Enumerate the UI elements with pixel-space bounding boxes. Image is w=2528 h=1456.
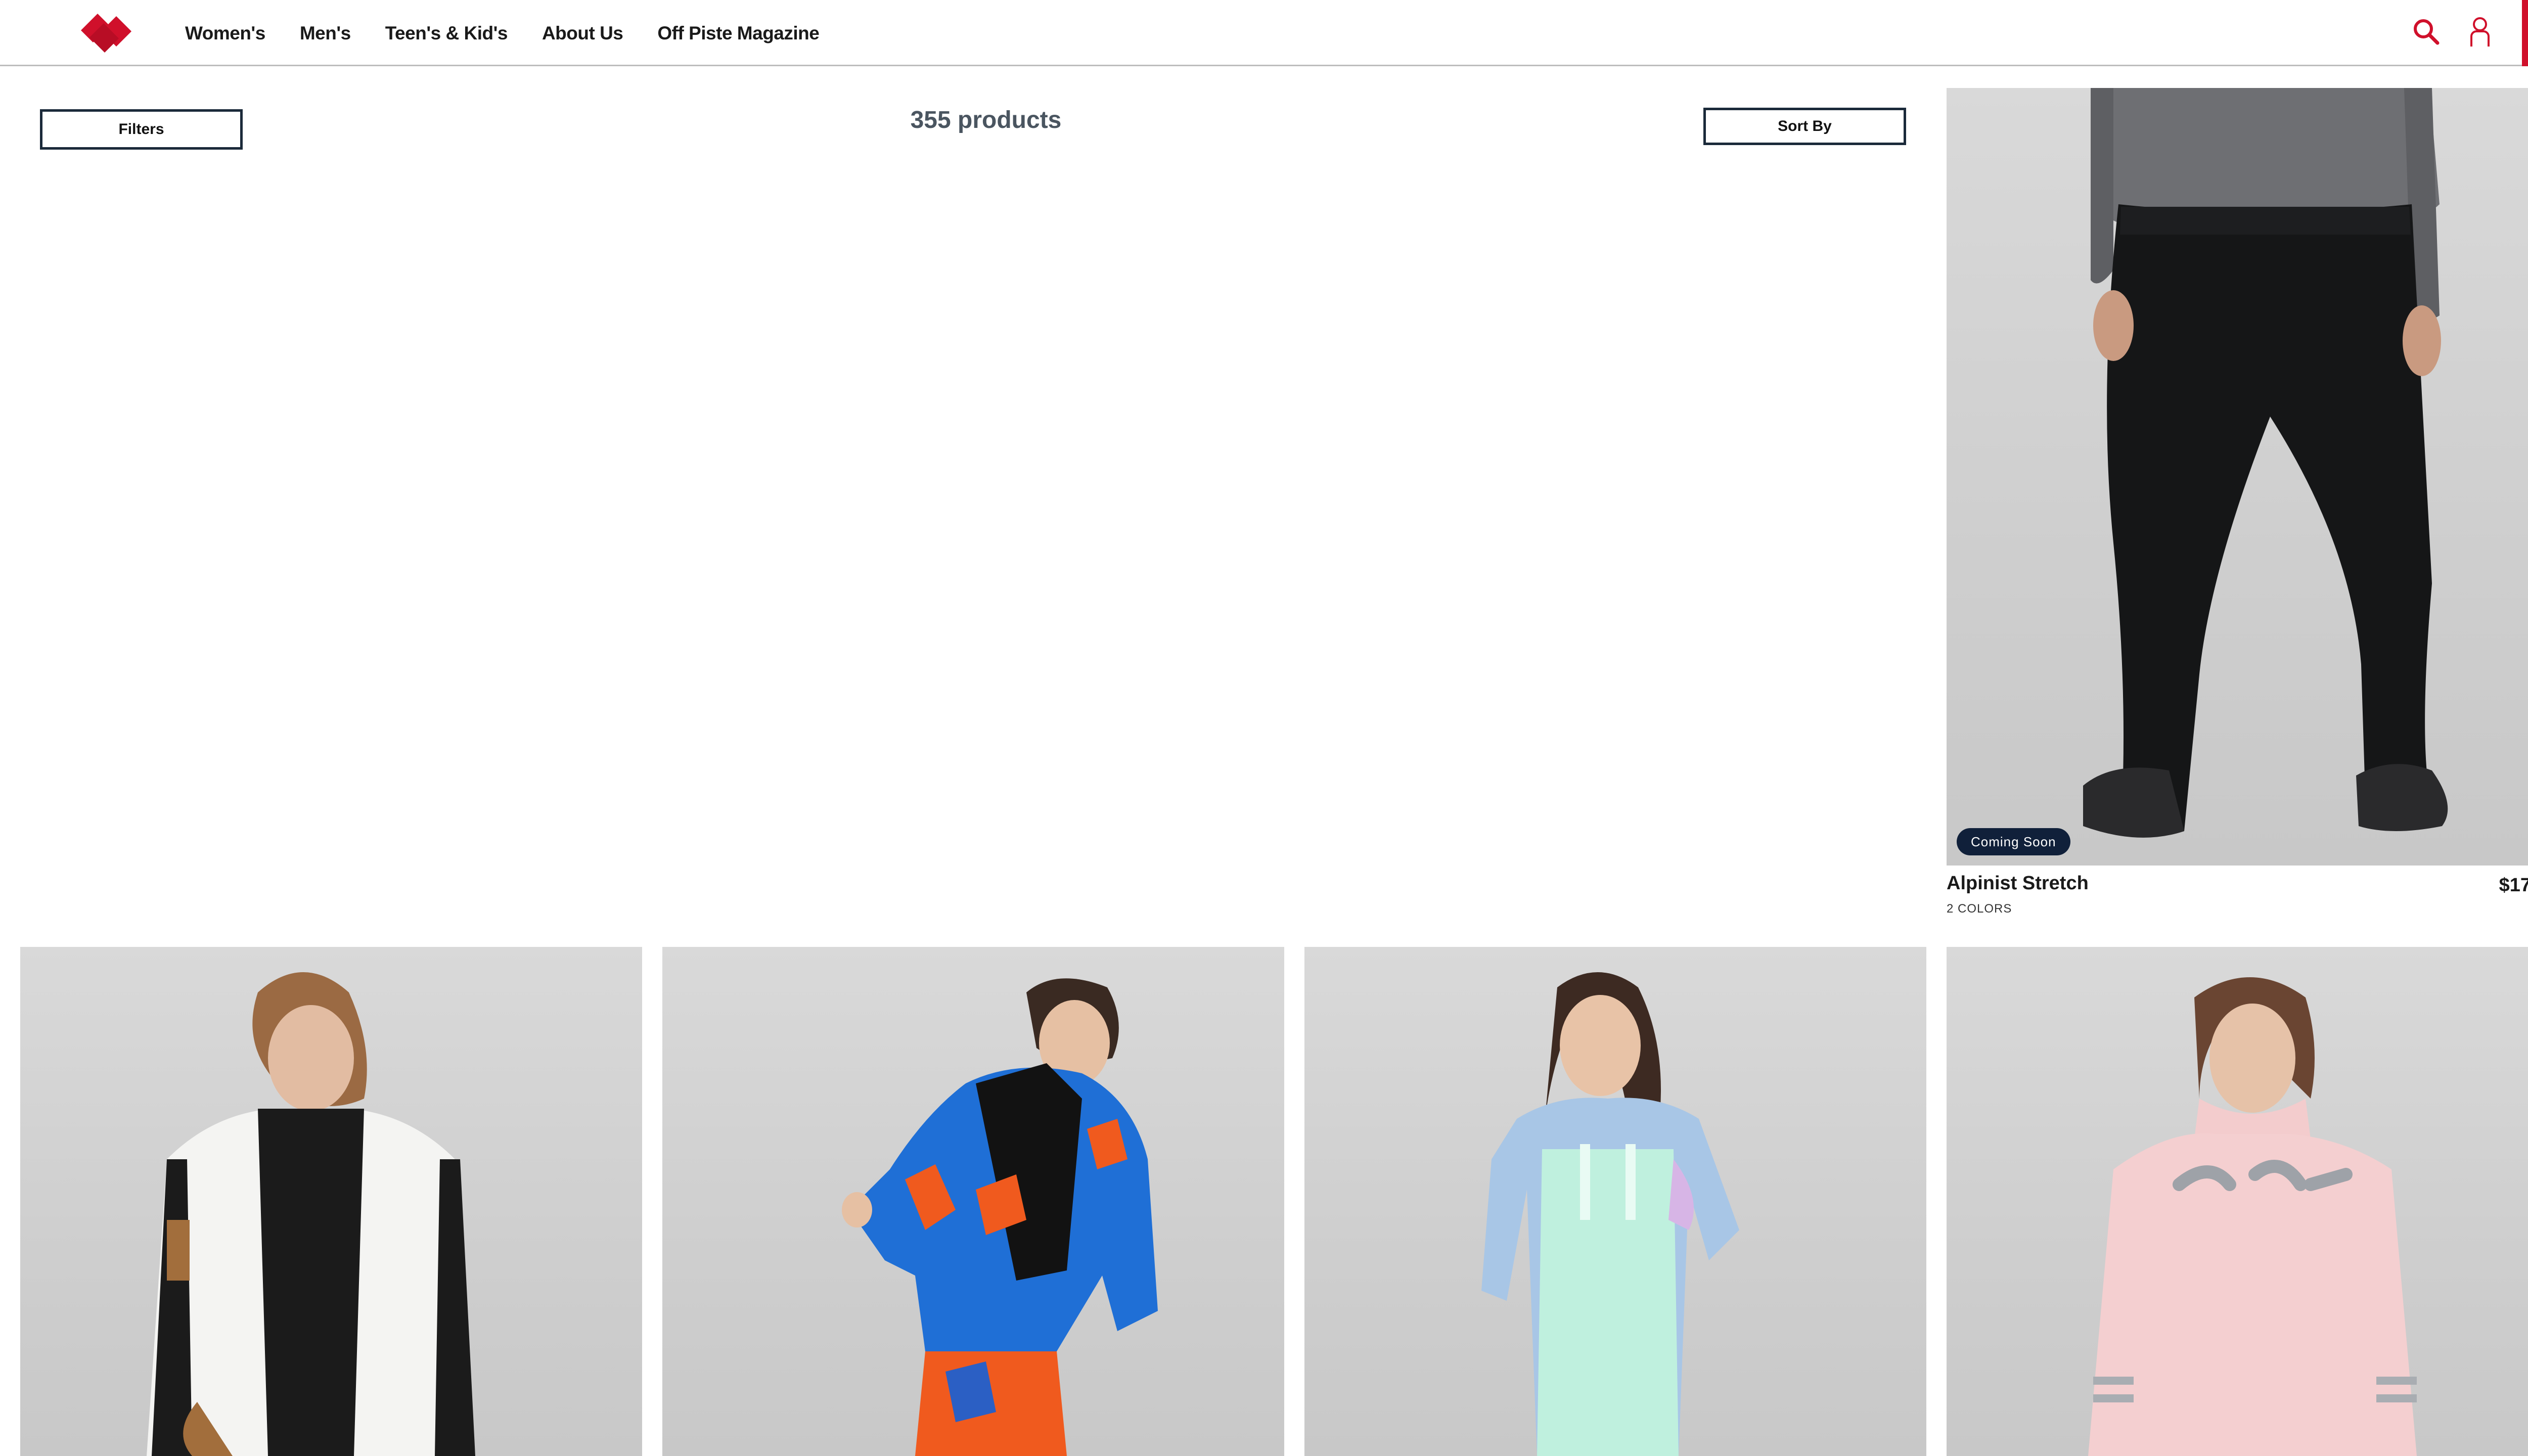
product-count: 355 products [910,107,1062,133]
nav-teens-kids[interactable]: Teen's & Kid's [385,23,508,44]
account-icon[interactable] [2463,15,2497,49]
nav-off-piste-magazine[interactable]: Off Piste Magazine [657,23,819,44]
coming-soon-badge: Coming Soon [1957,828,2070,855]
product-photo-sweater [2088,977,2417,1456]
product-card[interactable] [1947,947,2528,1456]
nav-men[interactable]: Men's [300,23,351,44]
site-header: Women's Men's Teen's & Kid's About Us Of… [0,0,2528,66]
search-icon[interactable] [2410,15,2443,49]
product-photo-womens-jacket [147,972,475,1456]
product-colors: 2 COLORS [1947,902,2012,916]
filters-button[interactable]: Filters [40,109,243,150]
product-card[interactable]: Coming Soon Alpinist Stretch 2 COLORS $1… [1947,88,2528,923]
product-photo-pants [2083,88,2448,838]
sort-by-button[interactable]: Sort By [1703,108,1906,145]
product-photo-kids-jacket [842,978,1158,1456]
product-card[interactable] [662,947,1284,1456]
product-name[interactable]: Alpinist Stretch [1947,873,2089,894]
product-card[interactable] [1304,947,1926,1456]
product-image[interactable]: Coming Soon [1947,88,2528,866]
product-image[interactable] [662,947,1284,1456]
product-image[interactable] [1304,947,1926,1456]
nav-women[interactable]: Women's [185,23,265,44]
cart-button[interactable] [2522,0,2528,66]
product-image[interactable] [1947,947,2528,1456]
product-price: $179.50 [2499,875,2528,896]
brand-logo[interactable] [78,11,134,55]
product-info: Alpinist Stretch 2 COLORS $179.50 [1947,873,2528,923]
product-card[interactable] [20,947,642,1456]
main-nav: Women's Men's Teen's & Kid's About Us Of… [185,0,853,66]
nav-about-us[interactable]: About Us [542,23,623,44]
product-image[interactable] [20,947,642,1456]
product-photo-teen-bib [1481,972,1739,1456]
